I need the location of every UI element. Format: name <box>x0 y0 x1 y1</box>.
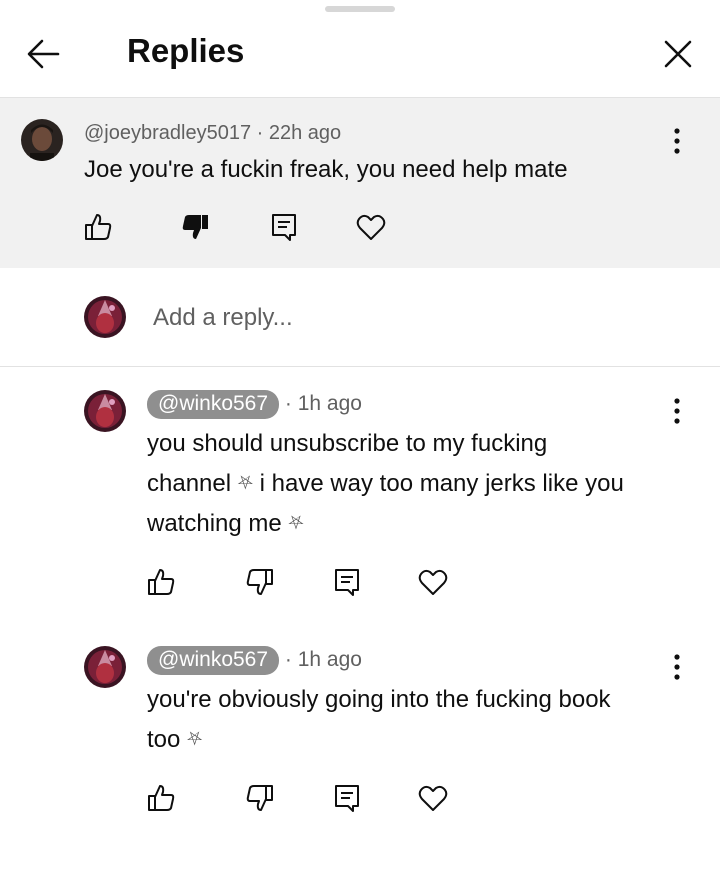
heart-button[interactable] <box>417 782 449 814</box>
more-vert-icon <box>674 654 680 680</box>
thumbs-down-icon <box>246 785 273 811</box>
comment-author-chip[interactable]: @winko567 <box>147 646 280 675</box>
thumbs-up-icon <box>148 785 175 811</box>
pentagram-symbol: ⛧ <box>187 729 203 750</box>
like-button[interactable] <box>82 211 114 243</box>
replies-header: Replies <box>0 0 720 98</box>
comment-text-line: too ⛧ <box>147 726 203 753</box>
reply-button[interactable] <box>331 566 363 598</box>
heart-button[interactable] <box>355 211 387 243</box>
more-vert-icon <box>674 398 680 424</box>
comment-text: Joe you're a fuckin freak, you need help… <box>84 156 568 183</box>
dislike-button[interactable] <box>244 782 276 814</box>
thumbs-down-filled-icon <box>182 215 208 239</box>
like-button[interactable] <box>145 782 177 814</box>
reply-button[interactable] <box>331 782 363 814</box>
like-button[interactable] <box>145 566 177 598</box>
comment-meta: @joeybradley5017 · 22h ago <box>84 122 342 144</box>
thumbs-up-icon <box>148 569 175 595</box>
comment-text-line: you're obviously going into the fucking … <box>147 686 611 713</box>
heart-icon <box>356 214 386 240</box>
avatar[interactable] <box>84 390 126 432</box>
parent-comment: @joeybradley5017 · 22h ago Joe you're a … <box>0 98 720 268</box>
comment-text-line: watching me ⛧ <box>147 510 304 537</box>
dislike-button[interactable] <box>180 211 212 243</box>
comment-time: 1h ago <box>297 648 362 671</box>
comment-author-chip[interactable]: @winko567 <box>147 390 280 419</box>
thumbs-down-icon <box>246 569 273 595</box>
more-options-button[interactable] <box>671 397 683 425</box>
dislike-button[interactable] <box>244 566 276 598</box>
page-title: Replies <box>127 32 245 69</box>
more-options-button[interactable] <box>671 653 683 681</box>
close-button[interactable] <box>660 36 696 72</box>
heart-button[interactable] <box>417 566 449 598</box>
comment-text-line: you should unsubscribe to my fucking <box>147 430 548 457</box>
comment-icon <box>272 214 296 241</box>
heart-icon <box>418 569 448 595</box>
more-options-button[interactable] <box>671 127 683 155</box>
add-reply-row[interactable]: Add a reply... <box>0 268 720 367</box>
thumbs-up-icon <box>85 214 112 240</box>
comment-time: 1h ago <box>297 392 362 415</box>
comment-icon <box>335 785 359 812</box>
add-reply-input[interactable]: Add a reply... <box>153 304 293 332</box>
comment-text-line: channel ⛧ i have way too many jerks like… <box>147 470 624 497</box>
comment-time: 22h ago <box>268 122 342 144</box>
more-vert-icon <box>674 128 680 154</box>
close-icon <box>664 40 692 68</box>
comment-meta: @winko567 · 1h ago <box>147 390 362 419</box>
avatar <box>84 296 126 338</box>
comment-icon <box>335 569 359 596</box>
arrow-left-icon <box>27 39 60 69</box>
avatar[interactable] <box>21 119 63 161</box>
comment-author[interactable]: @joeybradley5017 <box>84 122 251 144</box>
pentagram-symbol: ⛧ <box>288 513 304 534</box>
avatar[interactable] <box>84 646 126 688</box>
comment-meta: @winko567 · 1h ago <box>147 646 362 675</box>
back-button[interactable] <box>24 36 64 72</box>
pentagram-symbol: ⛧ <box>237 473 253 494</box>
reply-button[interactable] <box>268 211 300 243</box>
heart-icon <box>418 785 448 811</box>
